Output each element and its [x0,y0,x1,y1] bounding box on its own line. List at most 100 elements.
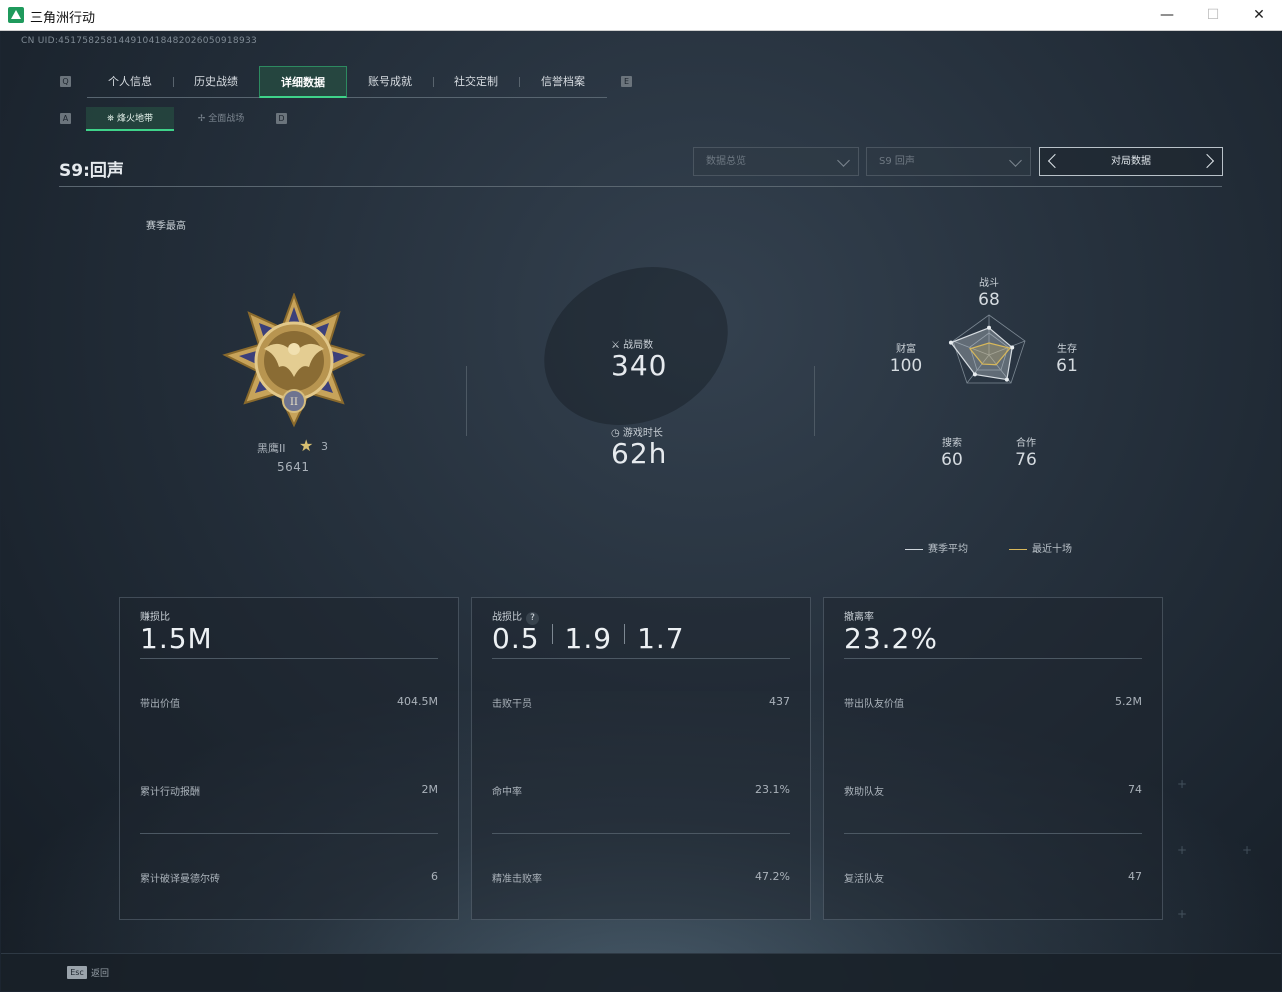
chevron-left-icon[interactable] [1047,153,1063,169]
hit-rate-label: 命中率 [492,787,522,798]
rank-numeral: II [290,397,298,408]
kd-value-1: 0.5 [492,622,540,655]
radar-point [987,325,991,330]
legend-season-average: 赛季平均 [905,540,968,555]
matches-value: 340 [611,349,668,382]
operators-killed-label: 击败干员 [492,699,532,710]
radar-survival-value: 61 [1056,356,1078,376]
radar-combat-label: 战斗 [979,278,999,289]
tab-match-history[interactable]: 历史战绩 [173,66,259,98]
revive-teammate-value: 47 [1128,870,1142,883]
season-best-label: 赛季最高 [146,221,186,232]
mission-reward-label: 累计行动报酬 [140,787,200,798]
extract-rate-value: 23.2% [844,622,938,655]
card-divider [844,658,1142,659]
radar-wealth-value: 100 [889,356,923,376]
season-title: S9:回声 [59,161,124,181]
scope-dropdown[interactable]: 数据总览 [693,147,859,176]
radar-wealth-label: 财富 [896,344,916,355]
profit-card: 赚损比 1.5M 带出价值 404.5M 累计行动报酬 2M 累计破译曼德尔砖 … [119,597,459,920]
subtab-extraction-zone[interactable]: ⛯ 烽火地带 [86,107,174,131]
header-divider [59,186,1222,187]
tab-next-key-hint[interactable]: E [621,76,632,87]
radar-point [1004,377,1009,382]
kd-value-3: 1.7 [637,622,685,655]
decrypted-bricks-label: 累计破译曼德尔砖 [140,874,220,885]
back-label[interactable]: 返回 [91,966,109,979]
subtab-extraction-label: 烽火地带 [117,114,154,124]
decor-plus-icon: + [1177,843,1188,857]
extracted-value-label: 带出价值 [140,699,180,710]
assist-teammate-value: 74 [1128,783,1142,796]
season-dropdown[interactable]: S9 回声 [866,147,1031,176]
card-divider [140,658,438,659]
card-divider [140,833,438,834]
card-divider [844,833,1142,834]
subtab-next-key-hint[interactable]: D [276,113,287,124]
rank-medal-icon: II [222,293,366,428]
value-divider [551,624,553,644]
radar-combat-value: 68 [978,290,1000,310]
kd-card: 战损比? 0.5 1.9 1.7 击败干员 437 命中率 23.1% 精准击败率 … [471,597,811,920]
subtab-warfare-label: 全面战场 [208,114,245,124]
revive-teammate-label: 复活队友 [844,874,884,885]
extract-card-title: 撤离率 [844,612,874,623]
bottom-bar: Esc 返回 [1,953,1281,991]
assist-teammate-label: 救助队友 [844,787,884,798]
rank-star-count: 3 [321,440,328,453]
chevron-right-icon[interactable] [1199,153,1215,169]
tab-prev-key-hint[interactable]: Q [60,76,71,87]
match-data-button[interactable]: 对局数据 [1039,147,1223,176]
tab-achievements[interactable]: 账号成就 [347,66,433,98]
decrypted-bricks-value: 6 [431,870,438,883]
star-icon: ★ [299,436,314,455]
extract-card: 撤离率 23.2% 带出队友价值 5.2M 救助队友 74 复活队友 47 [823,597,1163,920]
scope-dropdown-value: 数据总览 [706,156,746,167]
mission-reward-value: 2M [421,783,439,796]
radar-point [1010,345,1015,350]
esc-key-hint[interactable]: Esc [67,966,87,979]
precision-kill-label: 精准击败率 [492,874,542,885]
decor-plus-icon: + [1242,843,1253,857]
playtime-value: 62h [611,437,668,470]
tab-detailed-data[interactable]: 详细数据 [259,66,347,98]
section-divider [466,366,467,436]
legend-line-white [905,548,923,550]
radar-point [972,372,977,377]
card-divider [492,658,790,659]
kd-value-2: 1.9 [564,622,613,655]
kd-values: 0.5 1.9 1.7 [492,622,685,655]
radar-cooperation-label: 合作 [1016,438,1036,449]
radar-cooperation-value: 76 [1015,450,1037,470]
legend-line-gold [1009,548,1027,550]
subtab-prev-key-hint[interactable]: A [60,113,71,124]
teammate-value-label: 带出队友价值 [844,699,904,710]
teammate-value: 5.2M [1115,695,1142,708]
hit-rate-value: 23.1% [755,783,790,796]
decor-plus-icon: + [1177,777,1188,791]
chevron-down-icon [837,154,850,167]
season-dropdown-value: S9 回声 [879,156,915,167]
tab-reputation[interactable]: 信誉档案 [519,66,607,98]
radar-search-label: 搜索 [942,438,962,449]
legend-recent-ten: 最近十场 [1009,540,1072,555]
tab-social[interactable]: 社交定制 [433,66,519,98]
section-divider [814,366,815,436]
card-divider [492,833,790,834]
chevron-down-icon [1009,154,1022,167]
tab-personal-info[interactable]: 个人信息 [87,66,173,98]
profit-ratio-value: 1.5M [140,622,213,655]
game-viewport: CN UID:451758258144910418482026050918933… [1,31,1281,991]
app-logo-icon [8,7,24,23]
subtab-warfare[interactable]: ✢ 全面战场 [177,107,265,131]
precision-kill-value: 47.2% [755,870,790,883]
main-tabs: 个人信息 历史战绩 详细数据 账号成就 社交定制 信誉档案 [87,66,607,98]
rank-score: 5641 [277,460,310,474]
window-title: 三角洲行动 [30,11,96,26]
maximize-button[interactable]: ☐ [1190,0,1236,30]
minimize-button[interactable]: — [1144,0,1190,30]
close-button[interactable]: ✕ [1236,0,1282,30]
operators-killed-value: 437 [769,695,790,708]
legend-season-text: 赛季平均 [928,544,968,555]
extracted-value: 404.5M [397,695,438,708]
